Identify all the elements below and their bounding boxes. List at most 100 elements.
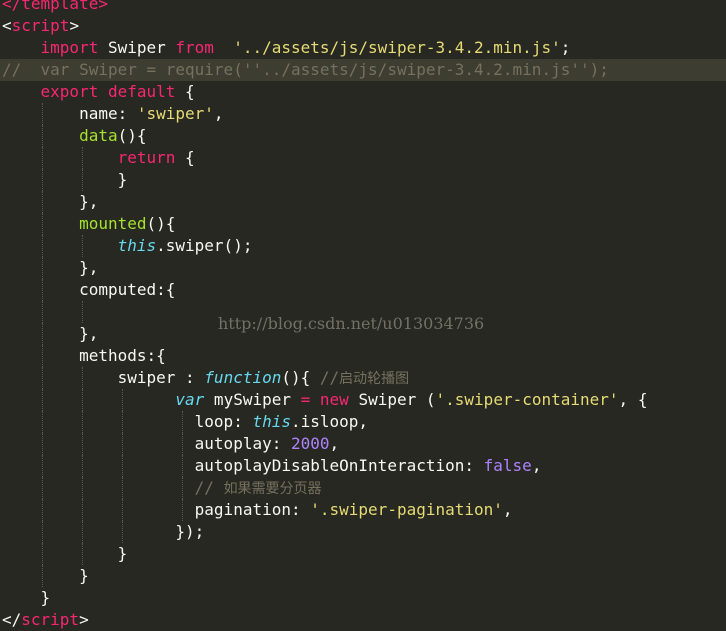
indent-guide bbox=[122, 499, 123, 521]
code-token: false bbox=[483, 456, 532, 475]
indent-guide bbox=[42, 191, 43, 213]
code-line[interactable]: var mySwiper = new Swiper ('.swiper-cont… bbox=[0, 389, 726, 411]
indent-guide bbox=[42, 389, 43, 411]
code-token: > bbox=[79, 610, 89, 629]
indent-guide bbox=[42, 213, 43, 235]
code-line[interactable]: name: 'swiper', bbox=[0, 103, 726, 125]
code-token: from bbox=[175, 38, 214, 57]
code-line[interactable]: export default { bbox=[0, 81, 726, 103]
code-token: '../assets/js/swiper-3.4.2.min.js' bbox=[233, 38, 561, 57]
code-line[interactable]: <script> bbox=[0, 15, 726, 37]
code-line[interactable]: } bbox=[0, 587, 726, 609]
indent-guide bbox=[182, 411, 183, 433]
indent-guide bbox=[82, 455, 83, 477]
code-line[interactable]: data(){ bbox=[0, 125, 726, 147]
code-line[interactable]: methods:{ bbox=[0, 345, 726, 367]
indent-guide bbox=[42, 169, 43, 191]
code-token: export bbox=[40, 82, 99, 101]
indent-guide bbox=[82, 147, 83, 169]
code-line[interactable]: }, bbox=[0, 257, 726, 279]
code-token: { bbox=[175, 82, 195, 101]
code-token: this bbox=[252, 412, 291, 431]
code-token: script bbox=[11, 16, 70, 35]
code-line[interactable]: autoplayDisableOnInteraction: false, bbox=[0, 455, 726, 477]
code-token: { bbox=[175, 148, 195, 167]
indent-guide bbox=[42, 367, 43, 389]
code-token: // bbox=[319, 368, 340, 387]
code-line[interactable]: } bbox=[0, 169, 726, 191]
code-token: mounted bbox=[79, 214, 147, 233]
code-line[interactable]: pagination: '.swiper-pagination', bbox=[0, 499, 726, 521]
indent-guide bbox=[122, 455, 123, 477]
code-token: name: bbox=[2, 104, 137, 123]
code-token: , bbox=[329, 434, 340, 453]
indent-guide bbox=[42, 521, 43, 543]
code-line[interactable]: this.swiper(); bbox=[0, 235, 726, 257]
code-token: computed:{ bbox=[2, 280, 176, 299]
indent-guide bbox=[182, 433, 183, 455]
code-line[interactable]: autoplay: 2000, bbox=[0, 433, 726, 455]
code-token: swiper : bbox=[2, 368, 205, 387]
code-token: }); bbox=[2, 522, 205, 541]
code-token: Swiper ( bbox=[348, 390, 436, 409]
code-line[interactable]: }, bbox=[0, 191, 726, 213]
code-token: pagination: bbox=[2, 500, 311, 519]
indent-guide bbox=[122, 433, 123, 455]
indent-guide bbox=[82, 499, 83, 521]
code-token: autoplayDisableOnInteraction: bbox=[2, 456, 484, 475]
code-token: data bbox=[79, 126, 118, 145]
code-line[interactable]: return { bbox=[0, 147, 726, 169]
code-line[interactable]: } bbox=[0, 543, 726, 565]
indent-guide bbox=[82, 235, 83, 257]
indent-guide bbox=[82, 389, 83, 411]
indent-guide bbox=[42, 103, 43, 125]
code-line[interactable]: // var Swiper = require(''../assets/js/s… bbox=[0, 59, 726, 81]
code-line[interactable]: // 如果需要分页器 bbox=[0, 477, 726, 499]
indent-guide bbox=[42, 147, 43, 169]
indent-guide bbox=[122, 521, 123, 543]
code-token: mySwiper bbox=[204, 390, 301, 409]
code-line[interactable]: </template> bbox=[0, 0, 726, 15]
code-line[interactable]: computed:{ bbox=[0, 279, 726, 301]
code-line[interactable]: } bbox=[0, 565, 726, 587]
code-line[interactable]: import Swiper from '../assets/js/swiper-… bbox=[0, 37, 726, 59]
indent-guide bbox=[122, 411, 123, 433]
code-line[interactable]: mounted(){ bbox=[0, 213, 726, 235]
code-token: , bbox=[502, 500, 513, 519]
code-token: return bbox=[117, 148, 176, 167]
indent-guide bbox=[82, 169, 83, 191]
code-line[interactable]: }); bbox=[0, 521, 726, 543]
code-token: Swiper bbox=[98, 38, 176, 57]
code-token: } bbox=[2, 544, 128, 563]
code-token: this bbox=[117, 236, 157, 255]
code-token: .swiper(); bbox=[156, 236, 253, 255]
indent-guide bbox=[82, 521, 83, 543]
code-line[interactable]: swiper : function(){ //启动轮播图 bbox=[0, 367, 726, 389]
code-token: </template> bbox=[2, 0, 108, 13]
code-token: (){ bbox=[146, 214, 176, 233]
watermark-text: http://blog.csdn.net/u013034736 bbox=[218, 314, 485, 333]
code-token: 启动轮播图 bbox=[339, 371, 410, 387]
code-token: default bbox=[107, 82, 176, 101]
indent-guide bbox=[42, 125, 43, 147]
code-token: (){ bbox=[281, 368, 320, 387]
code-token: , bbox=[213, 104, 224, 123]
code-token: .isloop, bbox=[290, 412, 369, 431]
indent-guide bbox=[122, 477, 123, 499]
indent-guide bbox=[82, 433, 83, 455]
code-token: > bbox=[69, 16, 80, 35]
code-line[interactable]: loop: this.isloop, bbox=[0, 411, 726, 433]
code-token: , bbox=[531, 456, 542, 475]
code-token: </ bbox=[2, 610, 22, 629]
code-token: // bbox=[194, 478, 224, 497]
code-token: 如果需要分页器 bbox=[223, 481, 322, 497]
code-token: function bbox=[204, 368, 282, 387]
code-token: '.swiper-pagination' bbox=[310, 500, 503, 519]
